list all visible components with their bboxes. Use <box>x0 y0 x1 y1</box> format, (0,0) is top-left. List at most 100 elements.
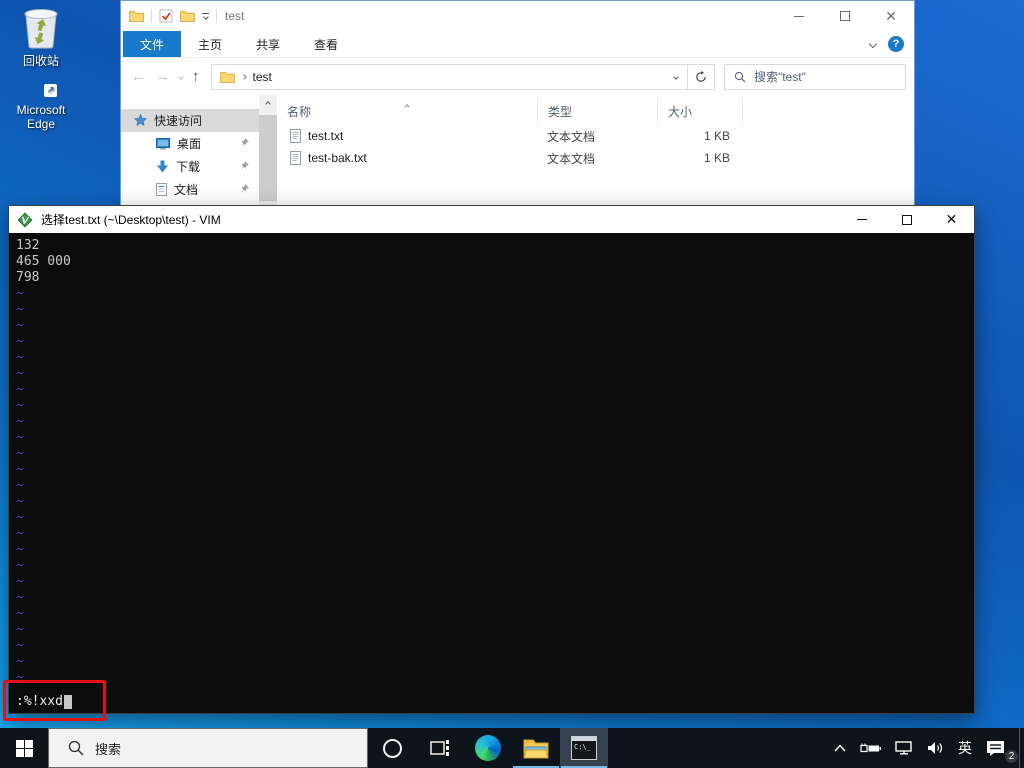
desktop-monitor-icon <box>156 137 170 150</box>
vim-buffer-line: 132 <box>16 238 40 253</box>
file-explorer-taskbar-button[interactable] <box>512 728 560 768</box>
up-icon[interactable]: ↑ <box>192 68 200 85</box>
ime-language-indicator[interactable]: 英 <box>951 728 979 768</box>
file-explorer-icon <box>523 737 549 759</box>
breadcrumb-folder[interactable]: test <box>253 70 272 84</box>
vim-buffer-line: 798 <box>16 270 40 285</box>
vim-tilde-line: ~ <box>16 574 24 589</box>
vim-tilde-line: ~ <box>16 654 24 669</box>
vim-buffer-line: 465 000 <box>16 254 71 269</box>
sidebar-item-label: 桌面 <box>177 137 202 151</box>
sidebar-item-label: 下载 <box>176 160 201 174</box>
search-icon <box>68 740 84 756</box>
terminal-icon: C:\_ <box>571 736 597 760</box>
action-center-button[interactable]: 2 <box>979 728 1019 768</box>
column-header-type[interactable]: 类型 <box>537 98 657 125</box>
recycle-bin-icon <box>20 5 62 49</box>
explorer-search-input[interactable]: 搜索"test" <box>724 63 906 90</box>
file-type: 文本文档 <box>547 129 596 144</box>
sidebar-item-label: 文档 <box>174 183 199 197</box>
vim-tilde-line: ~ <box>16 638 24 653</box>
address-bar-row: ← → ↑ test 搜索"test" <box>121 58 914 95</box>
scrollbar-thumb[interactable] <box>259 115 277 201</box>
close-button[interactable]: ✕ <box>868 1 914 31</box>
folder-icon[interactable] <box>129 10 144 22</box>
vim-tilde-line: ~ <box>16 542 24 557</box>
vim-tilde-line: ~ <box>16 414 24 429</box>
sidebar-item-downloads[interactable]: 下载 <box>121 155 259 178</box>
vim-tildes: ~ ~ ~ ~ ~ ~ ~ ~ ~ ~ ~ ~ ~ ~ ~ ~ ~ ~ ~ ~ ~ ~ ~ ~ ~ <box>16 286 974 686</box>
task-view-icon <box>430 739 450 757</box>
vim-tilde-line: ~ <box>16 622 24 637</box>
breadcrumb-chevron-icon <box>240 73 247 80</box>
vim-tilde-line: ~ <box>16 446 24 461</box>
column-header-size[interactable]: 大小 <box>657 98 742 125</box>
vim-tilde-line: ~ <box>16 382 24 397</box>
power-battery-icon[interactable] <box>853 728 888 768</box>
edge-icon <box>475 735 501 761</box>
vim-buffer[interactable]: 132 465 000 798 ~ ~ ~ ~ ~ ~ ~ ~ ~ ~ ~ ~ ~ ~ ~ ~ ~ ~ ~ ~ ~ ~ ~ ~… <box>3 233 974 721</box>
refresh-icon[interactable] <box>687 64 714 89</box>
maximize-button[interactable] <box>822 1 868 31</box>
show-desktop-button[interactable] <box>1019 728 1024 768</box>
sidebar-item-documents[interactable]: 文档 <box>121 178 259 201</box>
minimize-button[interactable] <box>776 1 822 31</box>
desktop-icon-microsoft-edge[interactable]: ↗ Microsoft Edge <box>2 84 80 131</box>
tab-view[interactable]: 查看 <box>297 31 355 57</box>
tab-file[interactable]: 文件 <box>123 31 182 57</box>
scrollbar-up-icon[interactable] <box>259 95 277 112</box>
cortana-button[interactable] <box>368 728 416 768</box>
column-headers: 名称 类型 大小 <box>277 98 914 125</box>
help-icon[interactable]: ? <box>888 36 904 52</box>
tray-expand-chevron-icon[interactable] <box>827 728 853 768</box>
address-bar[interactable]: test <box>210 63 715 90</box>
back-icon[interactable]: ← <box>131 68 146 85</box>
file-row-test-txt[interactable]: test.txt 文本文档 1 KB <box>277 125 914 147</box>
vim-window: 选择test.txt (~\Desktop\test) - VIM ✕ 132 … <box>3 205 975 721</box>
vim-tilde-line: ~ <box>16 494 24 509</box>
desktop-icon-label: 回收站 <box>22 54 59 68</box>
vim-window-title: 选择test.txt (~\Desktop\test) - VIM <box>41 213 221 227</box>
vim-tilde-line: ~ <box>16 350 24 365</box>
terminal-taskbar-button[interactable]: C:\_ <box>560 728 608 768</box>
pin-icon <box>240 138 249 147</box>
window-controls: ✕ <box>776 1 914 31</box>
start-button[interactable] <box>0 728 48 768</box>
sidebar-item-label: 快速访问 <box>154 114 203 128</box>
task-view-button[interactable] <box>416 728 464 768</box>
volume-icon[interactable] <box>920 728 951 768</box>
taskbar: 搜索 C:\_ 英 2 <box>0 728 1024 768</box>
vim-titlebar: 选择test.txt (~\Desktop\test) - VIM ✕ <box>9 206 974 233</box>
taskbar-search-text: 搜索 <box>95 741 122 757</box>
windows-logo-icon <box>15 739 33 757</box>
taskbar-search-input[interactable]: 搜索 <box>48 728 368 768</box>
vim-tilde-line: ~ <box>16 462 24 477</box>
column-header-name[interactable]: 名称 <box>277 98 537 125</box>
ribbon-expand-chevron-icon[interactable] <box>868 39 878 49</box>
history-chevron-icon[interactable] <box>178 73 184 80</box>
address-dropdown-chevron-icon[interactable] <box>665 65 687 89</box>
sidebar-item-quick-access[interactable]: 快速访问 <box>121 109 259 132</box>
close-button[interactable]: ✕ <box>929 206 974 233</box>
notification-count-badge: 2 <box>1004 749 1019 764</box>
maximize-button[interactable] <box>884 206 929 233</box>
edge-taskbar-button[interactable] <box>464 728 512 768</box>
vim-tilde-line: ~ <box>16 398 24 413</box>
forward-icon[interactable]: → <box>155 68 170 85</box>
network-icon[interactable] <box>888 728 920 768</box>
desktop-icon-recycle-bin[interactable]: 回收站 <box>2 5 80 69</box>
file-row-test-bak-txt[interactable]: test-bak.txt 文本文档 1 KB <box>277 147 914 169</box>
tab-share[interactable]: 共享 <box>239 31 297 57</box>
sidebar-item-desktop[interactable]: 桌面 <box>121 132 259 155</box>
minimize-button[interactable] <box>839 206 884 233</box>
explorer-titlebar: test ✕ <box>121 1 914 31</box>
vim-tilde-line: ~ <box>16 366 24 381</box>
tab-home[interactable]: 主页 <box>181 31 239 57</box>
folder-icon[interactable] <box>180 10 195 22</box>
checkmark-icon[interactable] <box>159 9 173 23</box>
pin-icon <box>240 184 249 193</box>
desktop-icon-label: Microsoft Edge <box>16 103 66 131</box>
vim-tilde-line: ~ <box>16 606 24 621</box>
qat-customize-chevron-icon[interactable] <box>202 13 209 20</box>
vim-tilde-line: ~ <box>16 526 24 541</box>
